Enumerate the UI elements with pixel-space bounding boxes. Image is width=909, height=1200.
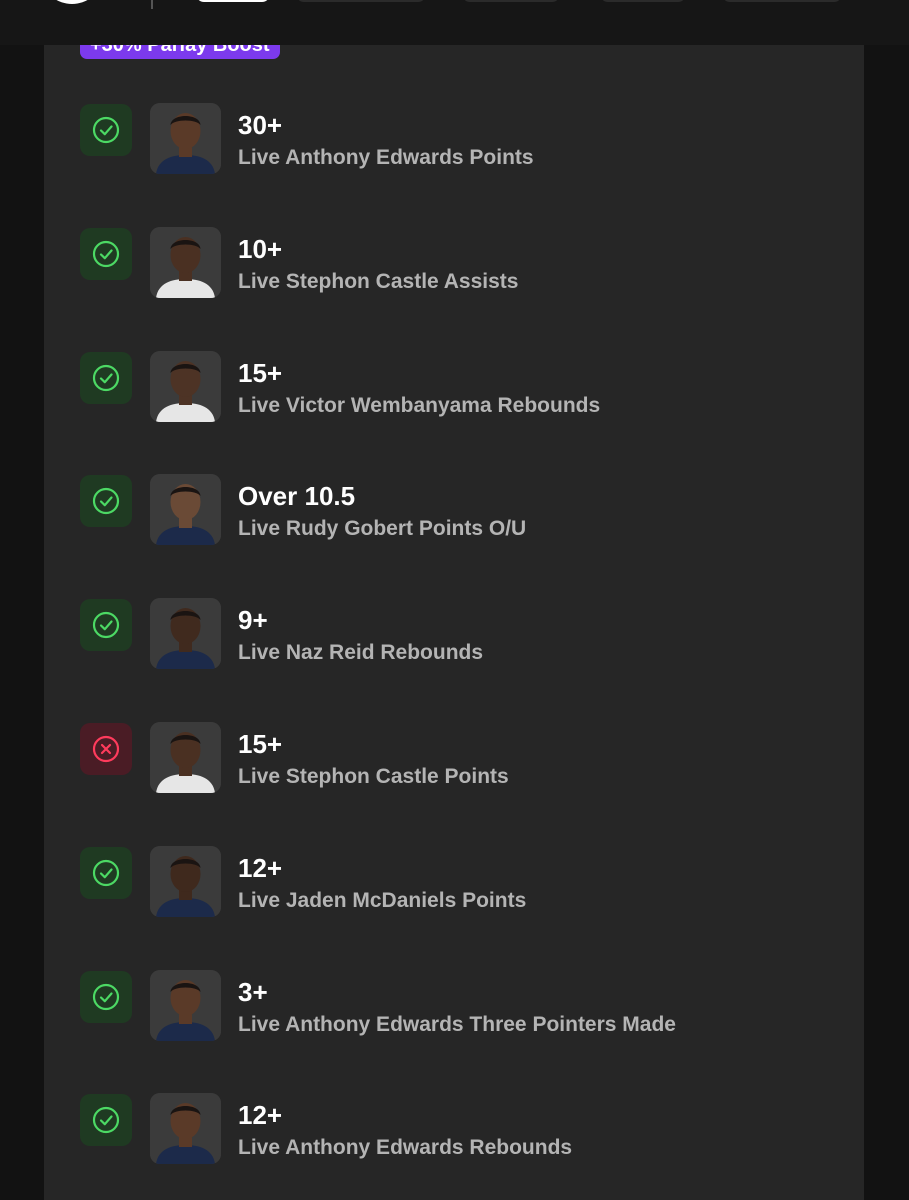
leg-status-badge xyxy=(80,351,132,404)
check-circle-icon xyxy=(92,488,120,515)
player-headshot-icon xyxy=(150,350,221,422)
leg-market: Live Naz Reid Rebounds xyxy=(238,641,484,665)
nav-tab[interactable] xyxy=(296,0,426,2)
nav-tab[interactable] xyxy=(462,0,560,2)
leg-market: Live Anthony Edwards Three Pointers Made xyxy=(238,1012,676,1036)
player-headshot-icon xyxy=(150,722,221,793)
check-circle-icon xyxy=(92,612,120,639)
leg-line: 9+ xyxy=(238,605,268,636)
leg-status-badge xyxy=(80,1094,132,1147)
leg-market: Live Victor Wembanyama Rebounds xyxy=(238,393,601,417)
check-circle-icon xyxy=(92,983,120,1010)
leg-market: Live Stephon Castle Assists xyxy=(238,269,519,293)
parlay-leg[interactable]: 12+ Live Jaden McDaniels Points xyxy=(44,788,864,917)
player-avatar xyxy=(150,598,221,670)
parlay-leg[interactable]: 15+ Live Victor Wembanyama Rebounds xyxy=(44,293,864,422)
nav-tab[interactable] xyxy=(600,0,686,2)
parlay-leg[interactable]: 3+ Live Anthony Edwards Three Pointers Ma… xyxy=(44,912,864,1041)
parlay-leg[interactable]: Over 10.5 Live Rudy Gobert Points O/U xyxy=(44,416,864,546)
leg-line: 12+ xyxy=(238,1100,283,1131)
player-headshot-icon xyxy=(150,103,221,174)
top-nav-bar xyxy=(0,0,909,45)
parlay-leg[interactable]: 30+ Live Anthony Edwards Points xyxy=(44,45,864,174)
leg-status-badge xyxy=(80,599,132,652)
leg-line: 15+ xyxy=(238,357,283,388)
leg-line: Over 10.5 xyxy=(238,481,356,512)
player-headshot-icon xyxy=(150,845,221,917)
leg-line: 3+ xyxy=(238,976,268,1007)
profile-avatar[interactable] xyxy=(44,0,100,4)
parlay-leg[interactable]: 15+ Live Stephon Castle Points xyxy=(44,664,864,793)
check-circle-icon xyxy=(92,240,120,267)
nav-divider xyxy=(151,0,153,9)
check-circle-icon xyxy=(92,1107,120,1134)
player-avatar xyxy=(150,845,221,917)
player-headshot-icon xyxy=(150,598,221,670)
leg-line: 30+ xyxy=(238,110,283,140)
leg-market: Live Anthony Edwards Points xyxy=(238,146,534,169)
player-avatar xyxy=(150,226,221,298)
leg-status-badge xyxy=(80,227,132,280)
parlay-legs-panel: +30% Parlay Boost 30+ Live Anthony Edward… xyxy=(44,45,864,1200)
leg-status-badge xyxy=(80,723,132,775)
leg-market: Live Anthony Edwards Rebounds xyxy=(238,1136,573,1160)
player-avatar xyxy=(150,722,221,793)
leg-status-badge xyxy=(80,475,132,528)
leg-market: Live Stephon Castle Points xyxy=(238,765,509,788)
player-headshot-icon xyxy=(150,969,221,1041)
leg-market: Live Jaden McDaniels Points xyxy=(238,888,527,912)
player-headshot-icon xyxy=(150,1093,221,1165)
player-avatar xyxy=(150,474,221,546)
player-avatar xyxy=(150,350,221,422)
nav-tab-active[interactable] xyxy=(196,0,270,2)
player-avatar xyxy=(150,969,221,1041)
player-headshot-icon xyxy=(150,226,221,298)
x-circle-icon xyxy=(92,735,120,763)
check-circle-icon xyxy=(92,859,120,886)
player-headshot-icon xyxy=(150,474,221,546)
leg-line: 12+ xyxy=(238,852,283,883)
leg-status-badge xyxy=(80,970,132,1023)
parlay-leg[interactable]: 10+ Live Stephon Castle Assists xyxy=(44,169,864,298)
parlay-leg[interactable]: 12+ Live Anthony Edwards Rebounds xyxy=(44,1035,864,1165)
leg-status-badge xyxy=(80,104,132,156)
player-avatar xyxy=(150,103,221,174)
check-circle-icon xyxy=(92,364,120,391)
leg-market: Live Rudy Gobert Points O/U xyxy=(238,517,527,541)
leg-status-badge xyxy=(80,846,132,899)
check-circle-icon xyxy=(92,116,120,144)
parlay-leg[interactable]: 9+ Live Naz Reid Rebounds xyxy=(44,540,864,670)
leg-line: 15+ xyxy=(238,729,283,759)
player-avatar xyxy=(150,1093,221,1165)
leg-line: 10+ xyxy=(238,233,283,264)
nav-tab[interactable] xyxy=(722,0,842,2)
